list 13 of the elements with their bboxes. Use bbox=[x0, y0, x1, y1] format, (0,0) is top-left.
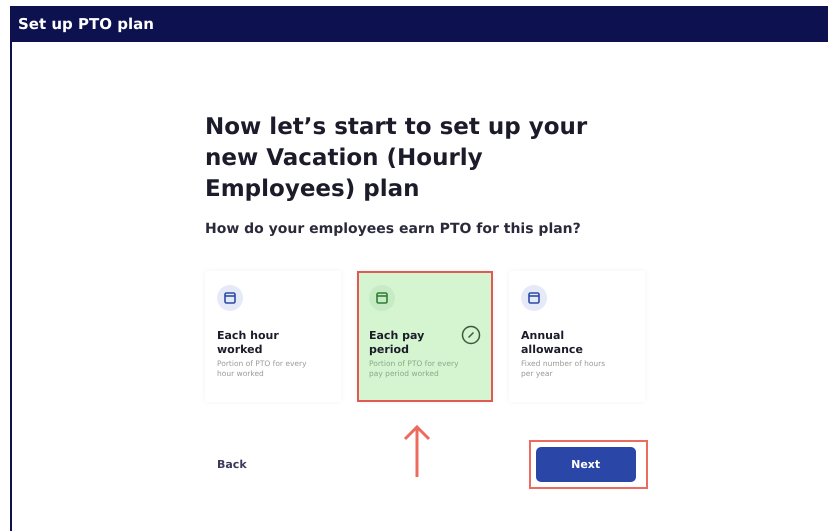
option-title: Each pay period bbox=[369, 329, 426, 357]
arrow-up-icon bbox=[402, 424, 432, 478]
back-link[interactable]: Back bbox=[217, 458, 247, 471]
option-title: Each hour worked bbox=[217, 329, 280, 357]
check-circle-icon bbox=[461, 325, 481, 345]
window-title: Set up PTO plan bbox=[18, 15, 154, 33]
heading: Now let’s start to set up your new Vacation (Hourly Employees) plan bbox=[205, 113, 588, 204]
option-title: Annual allowance bbox=[521, 329, 584, 357]
calendar-icon bbox=[217, 285, 243, 311]
question: How do your employees earn PTO for this plan? bbox=[205, 221, 582, 237]
calendar-icon bbox=[369, 285, 395, 311]
calendar-icon bbox=[521, 285, 547, 311]
next-button[interactable]: Next bbox=[536, 447, 636, 482]
